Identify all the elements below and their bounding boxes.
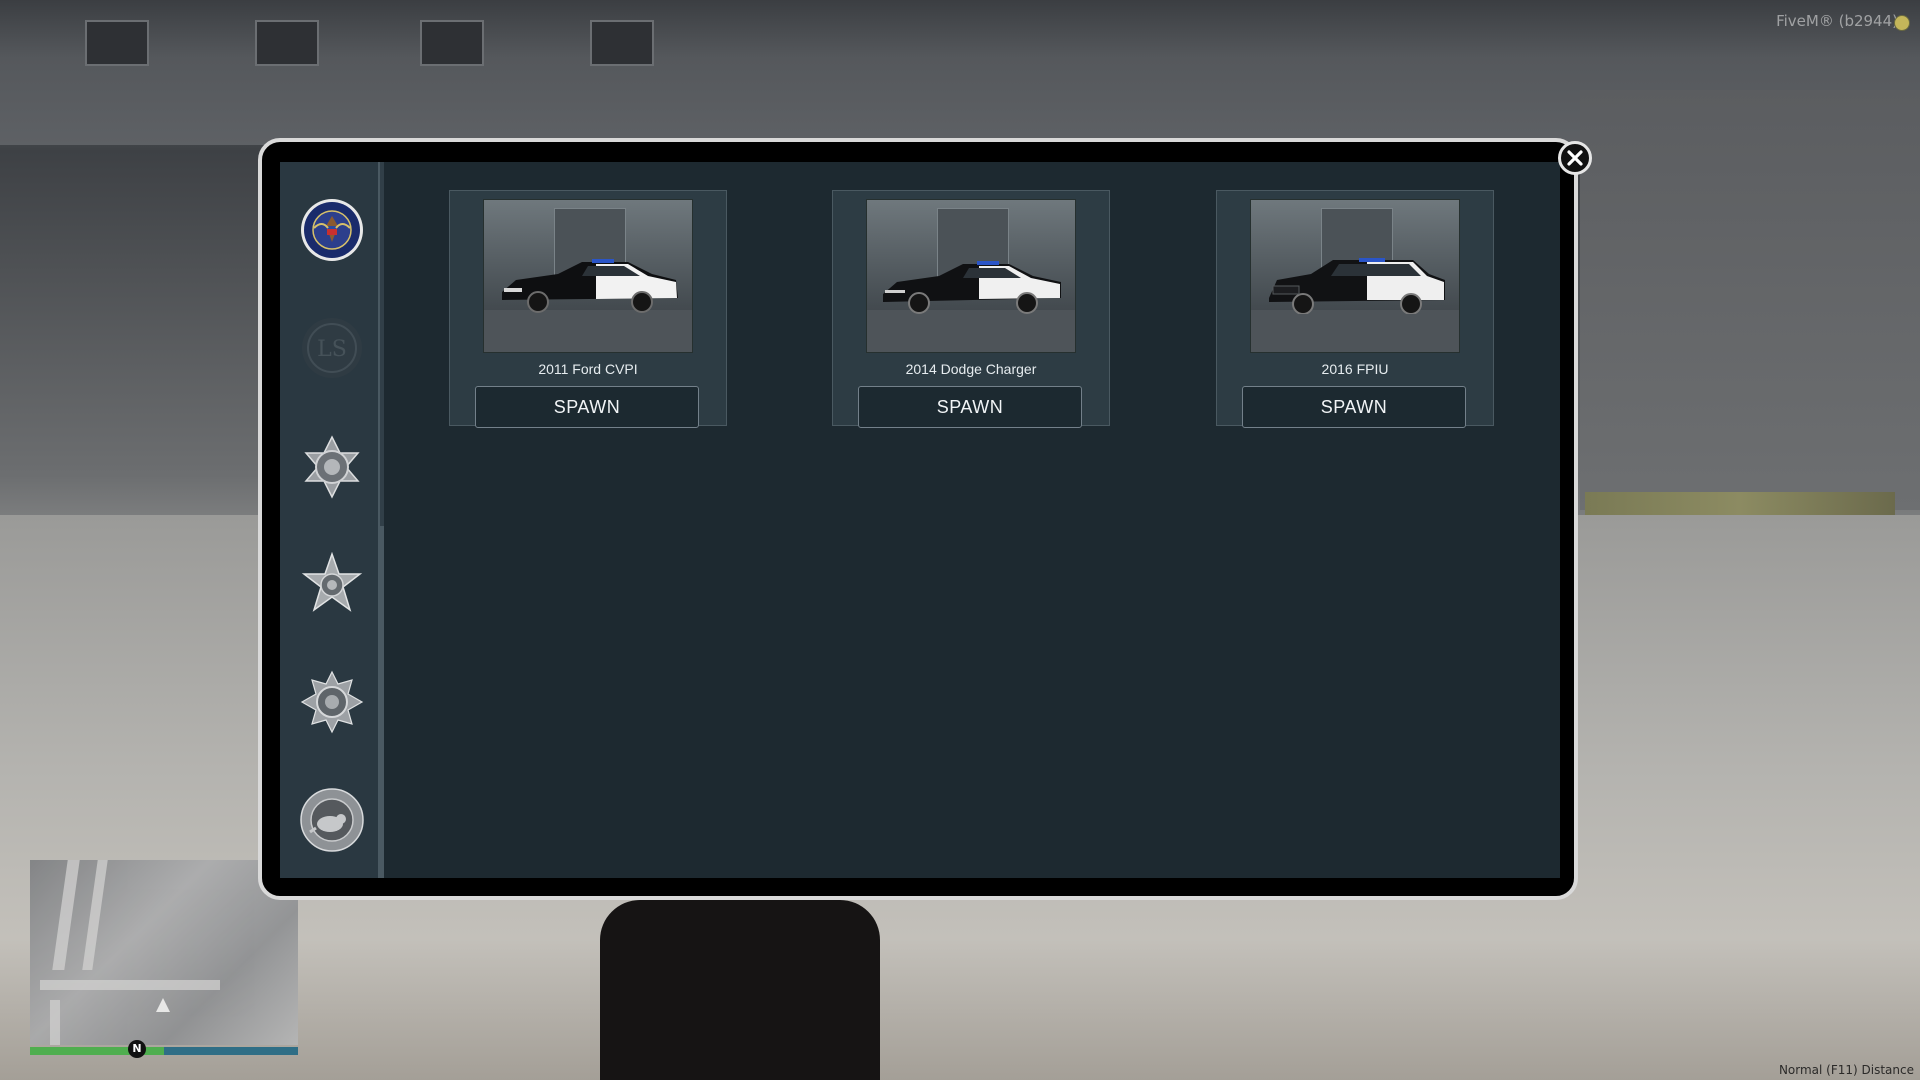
minimap-road — [82, 860, 108, 970]
vehicle-name: 2016 FPIU — [1321, 361, 1389, 377]
compass-north-icon: N — [128, 1040, 146, 1058]
vehicle-photo — [866, 199, 1076, 353]
police-charger-icon — [883, 261, 1061, 314]
wall-ornament — [255, 20, 319, 66]
police-sedan-icon — [502, 259, 678, 313]
garage-floor — [1251, 310, 1459, 352]
state-parks-seal-icon — [300, 788, 364, 852]
sidebar-scrollbar[interactable] — [380, 162, 384, 526]
vehicle-photo — [483, 199, 693, 353]
vehicle-card-ford-cvpi: 2011 Ford CVPI SPAWN — [449, 190, 727, 428]
minimap-road — [52, 860, 80, 970]
department-sidebar — [280, 162, 378, 878]
vehicle-name: 2014 Dodge Charger — [905, 361, 1037, 377]
star-badge-icon — [301, 552, 363, 612]
voice-status-label: Normal (F11) Distance — [1778, 1063, 1914, 1077]
department-sheriff[interactable] — [300, 435, 364, 499]
background-building — [1580, 90, 1920, 510]
department-state-parks[interactable] — [300, 788, 364, 852]
vehicle-name: 2011 Ford CVPI — [538, 361, 638, 377]
spawn-button-ford-cvpi[interactable]: SPAWN — [475, 386, 699, 428]
garage-floor — [484, 310, 692, 352]
wall-ornament — [85, 20, 149, 66]
presidential-seal-icon — [301, 199, 363, 261]
player-character — [600, 900, 880, 1080]
department-presidential-seal[interactable] — [300, 198, 364, 262]
vehicle-card-fpiu: 2016 FPIU SPAWN — [1216, 190, 1494, 428]
minimap-road — [50, 1000, 60, 1045]
lspd-badge-icon: LS — [302, 318, 362, 378]
minimap — [30, 860, 298, 1045]
spawn-button-dodge-charger[interactable]: SPAWN — [858, 386, 1082, 428]
close-button[interactable] — [1558, 141, 1592, 175]
close-icon — [1567, 150, 1583, 166]
vehicle-photo — [1250, 199, 1460, 353]
vehicle-card-dodge-charger: 2014 Dodge Charger SPAWN — [832, 190, 1110, 428]
department-star-badge[interactable] — [300, 552, 364, 616]
client-status-icon — [1894, 15, 1910, 31]
department-highway-patrol[interactable] — [300, 670, 364, 734]
department-lspd[interactable]: LS — [300, 316, 364, 380]
sheriff-badge-icon — [304, 435, 360, 499]
highway-patrol-badge-icon — [300, 670, 364, 734]
garage-floor — [867, 310, 1075, 352]
svg-text:LS: LS — [317, 337, 347, 362]
minimap-road — [40, 980, 220, 990]
client-version-label: FiveM® (b2944) — [1776, 12, 1898, 30]
player-position-arrow-icon — [156, 998, 170, 1012]
wall-ornament — [420, 20, 484, 66]
spawn-button-fpiu[interactable]: SPAWN — [1242, 386, 1466, 428]
wall-ornament — [590, 20, 654, 66]
police-suv-icon — [1269, 258, 1445, 314]
